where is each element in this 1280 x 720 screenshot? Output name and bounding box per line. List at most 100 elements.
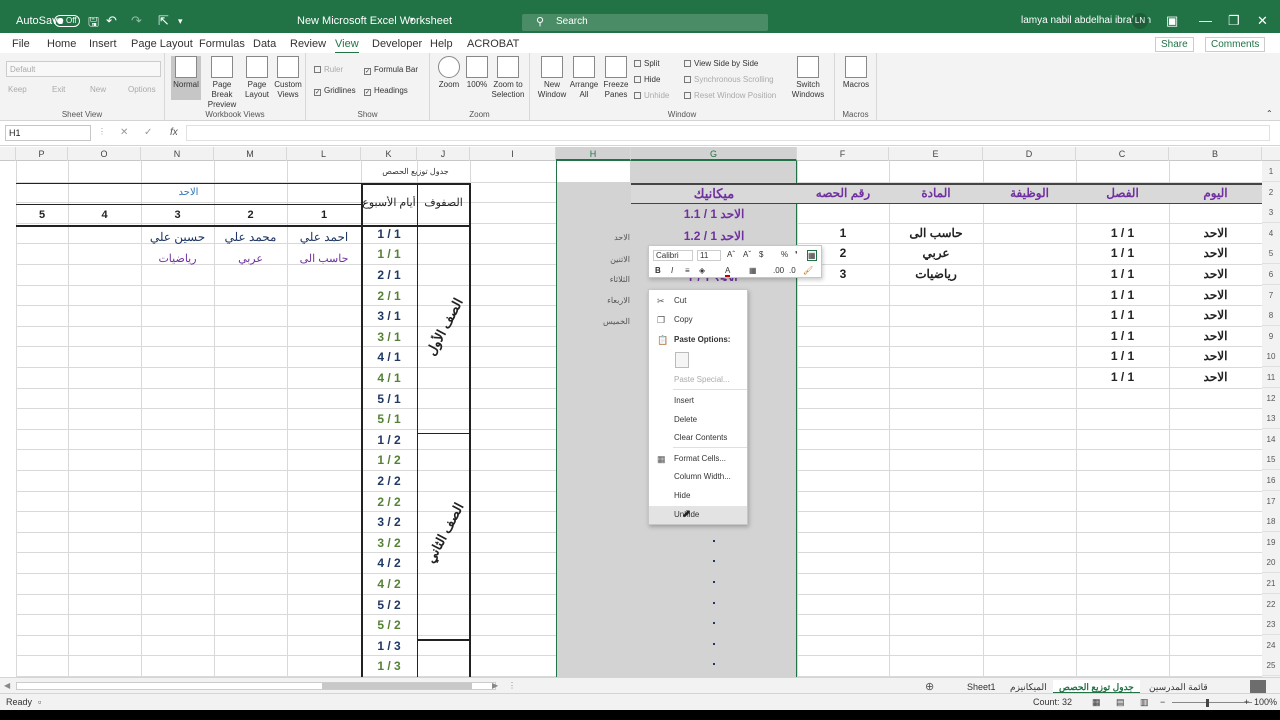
cell-c[interactable]: 1 / 1 [1076, 267, 1169, 281]
worksheet-grid[interactable]: 1 2 3 4 5 6 7 8 9 10 11 12 13 14 15 16 17 18 19 20 21 22 23 24 2… [0, 161, 1280, 677]
keep-button[interactable]: Keep [8, 85, 27, 94]
comments-button[interactable]: Comments [1205, 37, 1266, 52]
percent-icon[interactable]: % [781, 250, 788, 259]
name-box[interactable]: H1 [5, 125, 91, 141]
page-break-button[interactable]: Page Break Preview [202, 56, 242, 110]
cell-c[interactable]: 1 / 1 [1076, 288, 1169, 302]
page-break-status-icon[interactable]: ▥ [1140, 697, 1149, 708]
increase-font-icon[interactable]: Aˆ [727, 250, 735, 259]
save-icon[interactable]: 🖫 [88, 13, 99, 35]
tab-help[interactable]: Help [430, 38, 453, 50]
row-header[interactable]: 8 [1262, 305, 1280, 326]
sheet-tab-3[interactable]: جدول توزيع الحصص [1053, 680, 1140, 694]
row-header[interactable]: 25 [1262, 655, 1280, 676]
column-header-k[interactable]: K [361, 147, 417, 161]
document-title[interactable]: New Microsoft Excel Worksheet [297, 15, 452, 27]
zoom-out-icon[interactable]: − [1160, 697, 1165, 707]
tab-data[interactable]: Data [253, 38, 276, 50]
customize-qat-icon[interactable]: ▾ [178, 16, 183, 27]
column-header-l[interactable]: L [287, 147, 361, 161]
sheet-view-dropdown[interactable]: Default [6, 61, 161, 77]
menu-item-copy[interactable]: ❐ Copy [649, 311, 747, 329]
menu-item-delete[interactable]: Delete [649, 411, 747, 429]
collapse-ribbon-icon[interactable]: ⌃ [1266, 109, 1273, 118]
cell-e[interactable]: رياضيات [889, 267, 983, 281]
share-button[interactable]: Share [1155, 37, 1194, 52]
sheet-tab-4[interactable]: قائمة المدرسين [1143, 680, 1214, 694]
cell-b[interactable]: الاحد [1169, 329, 1262, 343]
split-button[interactable]: Split [634, 59, 660, 68]
tab-acrobat[interactable]: ACROBAT [467, 38, 519, 50]
row-header[interactable]: 6 [1262, 264, 1280, 285]
format-painter-icon[interactable]: 🖌 [803, 266, 813, 275]
font-size-dropdown[interactable]: 11 [697, 250, 721, 261]
cell-b[interactable]: الاحد [1169, 288, 1262, 302]
zoom-slider[interactable] [1172, 699, 1252, 707]
reset-position-button[interactable]: Reset Window Position [684, 91, 776, 100]
freeze-panes-button[interactable]: Freeze Panes [600, 56, 632, 100]
row-header[interactable]: 23 [1262, 614, 1280, 635]
switch-windows-button[interactable]: Switch Windows [788, 56, 828, 100]
column-header-g[interactable]: G [631, 147, 797, 161]
tab-formulas[interactable]: Formulas [199, 38, 245, 50]
new-window-button[interactable]: New Window [536, 56, 568, 100]
cell-c[interactable]: 1 / 1 [1076, 370, 1169, 384]
macros-button[interactable]: Macros [841, 56, 871, 90]
formula-bar-checkbox[interactable]: ✓ Formula Bar [364, 65, 418, 75]
autosave-toggle[interactable]: Off [54, 15, 80, 27]
row-header[interactable]: 22 [1262, 594, 1280, 615]
cell-c[interactable]: 1 / 1 [1076, 246, 1169, 260]
tab-view[interactable]: View [335, 38, 359, 54]
page-layout-button[interactable]: Page Layout [243, 56, 271, 100]
tab-file[interactable]: File [12, 38, 30, 50]
page-layout-status-icon[interactable]: ▤ [1116, 697, 1125, 708]
cell-b[interactable]: الاحد [1169, 267, 1262, 281]
column-header-d[interactable]: D [983, 147, 1076, 161]
menu-item-insert[interactable]: Insert [649, 392, 747, 410]
splitter-icon[interactable]: ⋮ [508, 681, 516, 690]
menu-item-unhide[interactable]: Unhide [649, 506, 747, 524]
paste-icon[interactable] [675, 352, 689, 368]
cell-c[interactable]: 1 / 1 [1076, 308, 1169, 322]
row-header[interactable]: 11 [1262, 367, 1280, 388]
menu-item-paste-special[interactable]: Paste Special... [649, 371, 747, 389]
minimize-icon[interactable]: — [1199, 13, 1212, 28]
column-header-c[interactable]: C [1076, 147, 1169, 161]
column-header-e[interactable]: E [889, 147, 983, 161]
zoom-button[interactable]: Zoom [435, 56, 463, 90]
restore-icon[interactable]: ❐ [1228, 13, 1240, 29]
select-all-corner[interactable] [0, 147, 16, 161]
ribbon-display-icon[interactable]: ▣ [1166, 13, 1178, 29]
zoom-selection-button[interactable]: Zoom to Selection [490, 56, 526, 100]
horizontal-scrollbar[interactable] [16, 682, 496, 690]
cell-f[interactable]: 1 [797, 226, 889, 240]
column-header-n[interactable]: N [141, 147, 214, 161]
sheet-tab-2[interactable]: الميكانيزم [1004, 680, 1053, 694]
font-color-icon[interactable]: A [725, 266, 731, 277]
comma-style-icon[interactable]: ❜ [795, 250, 798, 259]
increase-decimal-icon[interactable]: .00 [773, 266, 784, 275]
row-header[interactable]: 1 [1262, 161, 1280, 182]
close-icon[interactable]: ✕ [1257, 13, 1268, 29]
scroll-right-icon[interactable]: ▶ [492, 681, 498, 690]
row-header[interactable]: 15 [1262, 449, 1280, 470]
decrease-decimal-icon[interactable]: .0 [789, 266, 796, 275]
tab-developer[interactable]: Developer [372, 38, 422, 50]
column-header-i[interactable]: I [470, 147, 556, 161]
format-table-icon[interactable]: ▦ [807, 250, 817, 261]
tab-insert[interactable]: Insert [89, 38, 117, 50]
gridlines-checkbox[interactable]: ✓ Gridlines [314, 86, 356, 96]
cell-e[interactable]: عربي [889, 246, 983, 260]
sheet-tab-1[interactable]: Sheet1 [961, 680, 1002, 694]
search-box[interactable]: ⚲ Search [522, 14, 768, 31]
currency-icon[interactable]: $ [759, 250, 763, 259]
cell-b[interactable]: الاحد [1169, 226, 1262, 240]
formula-input[interactable] [186, 125, 1270, 141]
row-header[interactable]: 16 [1262, 470, 1280, 491]
normal-view-status-icon[interactable]: ▦ [1092, 697, 1101, 708]
cancel-icon[interactable]: ✕ [120, 127, 128, 138]
column-header-b[interactable]: B [1169, 147, 1262, 161]
exit-button[interactable]: Exit [52, 85, 65, 94]
unhide-window-button[interactable]: Unhide [634, 91, 669, 100]
italic-icon[interactable]: I [671, 266, 673, 275]
